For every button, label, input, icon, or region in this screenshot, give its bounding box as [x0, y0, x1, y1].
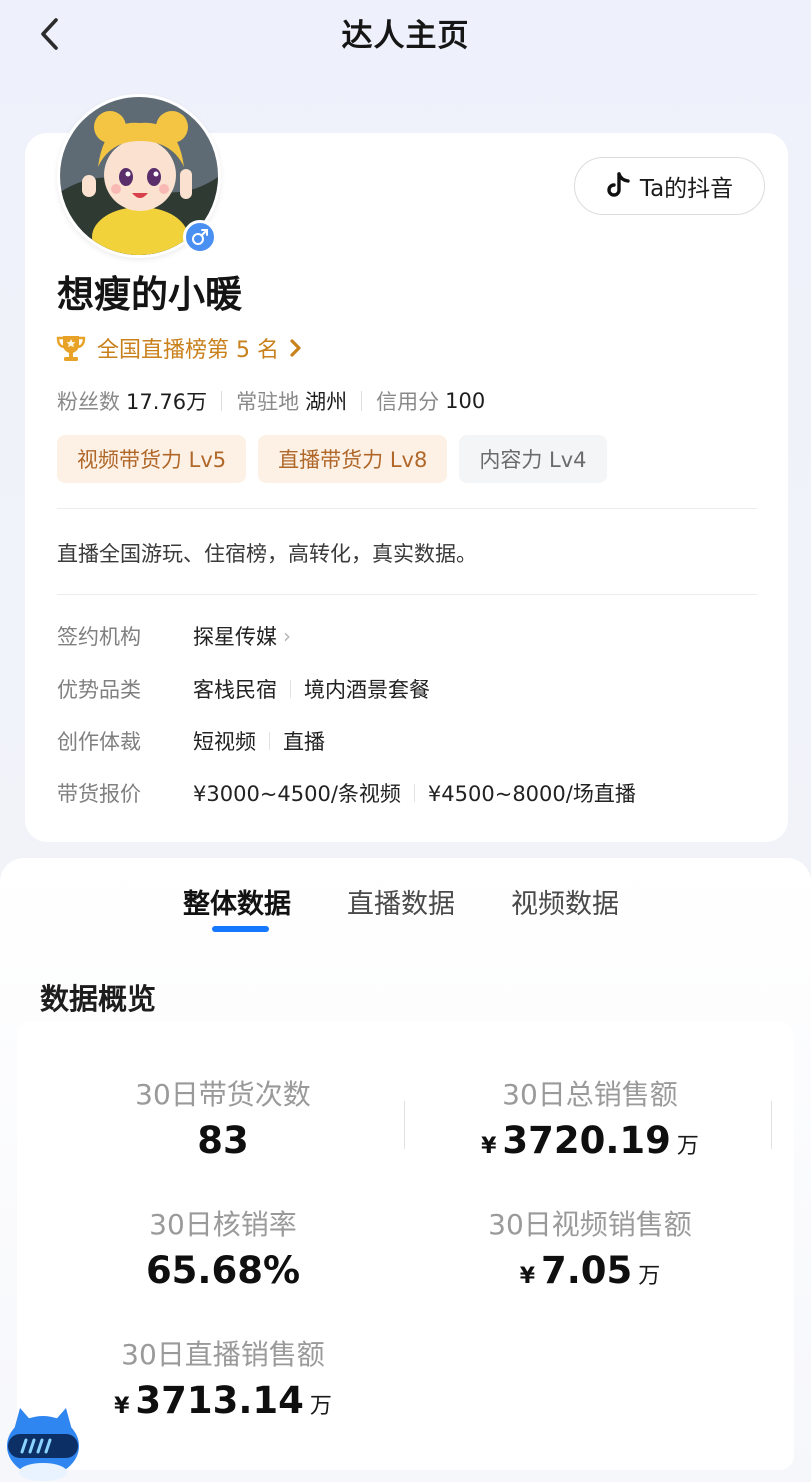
currency-symbol: ¥: [519, 1264, 535, 1289]
metric-label: 30日直播销售额: [121, 1338, 325, 1371]
active-tab-indicator: [212, 926, 269, 932]
metric-label: 30日视频销售额: [488, 1208, 692, 1241]
metric-value-row: ¥ 3713.14 万: [33, 1379, 413, 1422]
male-icon: [192, 229, 208, 245]
metric-30d-total-sales: 30日总销售额 ¥ 3720.19 万: [400, 1073, 780, 1162]
agency-value: 探星传媒: [193, 625, 277, 649]
genre-value: 直播: [283, 730, 325, 754]
chevron-right-icon: [290, 339, 301, 357]
value-divider: [413, 784, 415, 802]
metric-value-row: 83: [33, 1119, 413, 1162]
metric-value: 83: [197, 1119, 249, 1162]
tag-live-sales[interactable]: 直播带货力 Lv8: [258, 435, 448, 483]
section-title: 数据概览: [40, 982, 157, 1016]
chevron-right-icon: ›: [283, 624, 291, 648]
metric-value: 3720.19: [502, 1119, 671, 1162]
metric-value-row: ¥ 3720.19 万: [400, 1119, 780, 1162]
metric-unit: 万: [638, 1264, 661, 1289]
currency-symbol: ¥: [114, 1394, 130, 1419]
metric-unit: 万: [676, 1134, 699, 1159]
metric-label: 30日总销售额: [502, 1078, 678, 1111]
category-value: 客栈民宿: [193, 678, 277, 702]
floating-assistant-mascot[interactable]: [0, 1400, 86, 1482]
metric-divider: [771, 1101, 772, 1149]
price-value: ¥3000~4500/条视频: [193, 782, 401, 806]
agency-label: 签约机构: [57, 625, 141, 649]
fans-label: 粉丝数: [57, 390, 120, 414]
trophy-icon: [56, 336, 86, 361]
metric-30d-redemption-rate: 30日核销率 65.68%: [33, 1203, 413, 1292]
metric-label: 30日带货次数: [135, 1078, 311, 1111]
metric-30d-video-sales: 30日视频销售额 ¥ 7.05 万: [400, 1203, 780, 1292]
category-label: 优势品类: [57, 678, 141, 702]
divider: [57, 594, 757, 595]
top-bar: 达人主页: [0, 0, 811, 66]
metric-unit: 万: [309, 1394, 332, 1419]
info-row-price: 带货报价 ¥3000~4500/条视频 ¥4500~8000/场直播: [57, 778, 636, 808]
tiktok-icon: [607, 172, 630, 197]
credit-label: 信用分: [376, 390, 440, 414]
category-value: 境内酒景套餐: [304, 678, 430, 702]
metric-value: 65.68%: [145, 1249, 301, 1292]
credit-value: 100: [445, 389, 486, 413]
info-row-category: 优势品类 客栈民宿 境内酒景套餐: [57, 674, 430, 704]
fans-value: 17.76万: [126, 390, 208, 414]
robot-cat-icon: [7, 1408, 79, 1481]
stats-divider: [221, 391, 223, 411]
male-gender-badge: [183, 220, 217, 254]
tab-video-data[interactable]: 视频数据: [511, 882, 619, 921]
tag-video-sales[interactable]: 视频带货力 Lv5: [57, 435, 247, 483]
douyin-button-label: Ta的抖音: [639, 176, 734, 202]
metric-value: 3713.14: [135, 1379, 304, 1422]
price-value: ¥4500~8000/场直播: [427, 782, 636, 806]
metric-30d-sales-count: 30日带货次数 83: [33, 1073, 413, 1162]
page-title: 达人主页: [341, 18, 470, 54]
metric-value-row: 65.68%: [33, 1249, 413, 1292]
metric-30d-live-sales: 30日直播销售额 ¥ 3713.14 万: [33, 1333, 413, 1422]
stats-row: 粉丝数 17.76万 常驻地 湖州 信用分 100: [57, 386, 485, 416]
info-row-genre: 创作体裁 短视频 直播: [57, 726, 325, 756]
tab-overall-data[interactable]: 整体数据: [183, 882, 291, 921]
metric-value: 7.05: [541, 1249, 633, 1292]
genre-label: 创作体裁: [57, 730, 141, 754]
rank-text: 全国直播榜第 5 名: [97, 338, 279, 363]
price-label: 带货报价: [57, 782, 141, 806]
info-row-agency[interactable]: 签约机构 探星传媒 ›: [57, 621, 291, 651]
stats-divider: [361, 391, 363, 411]
divider: [57, 508, 757, 509]
metric-label: 30日核销率: [149, 1208, 297, 1241]
genre-value: 短视频: [193, 730, 256, 754]
tag-content[interactable]: 内容力 Lv4: [459, 435, 607, 483]
ability-tags: 视频带货力 Lv5 直播带货力 Lv8 内容力 Lv4: [57, 435, 607, 483]
bio-text: 直播全国游玩、住宿榜，高转化，真实数据。: [57, 542, 477, 566]
value-divider: [269, 732, 270, 750]
location-value: 湖州: [305, 390, 348, 414]
location-label: 常驻地: [236, 390, 300, 414]
creator-name: 想瘦的小暖: [57, 273, 242, 316]
metric-value-row: ¥ 7.05 万: [400, 1249, 780, 1292]
value-divider: [290, 680, 291, 698]
rank-link[interactable]: 全国直播榜第 5 名: [55, 331, 303, 365]
tab-live-data[interactable]: 直播数据: [347, 882, 455, 921]
currency-symbol: ¥: [481, 1134, 497, 1159]
ta-douyin-button[interactable]: Ta的抖音: [574, 157, 765, 215]
data-tabs: 整体数据 直播数据 视频数据: [0, 882, 811, 942]
